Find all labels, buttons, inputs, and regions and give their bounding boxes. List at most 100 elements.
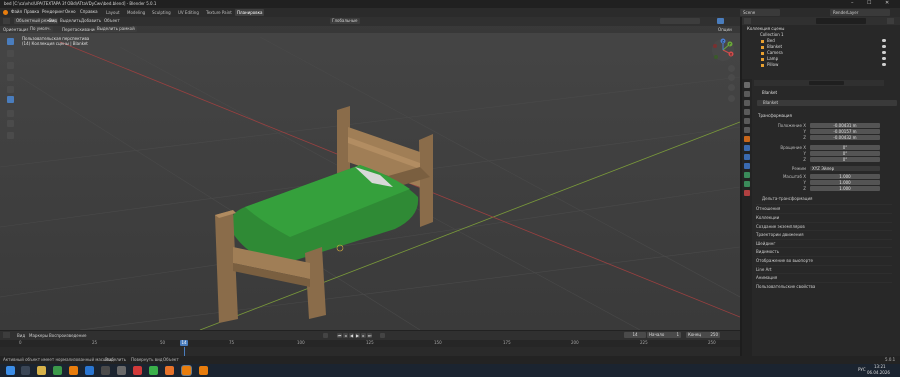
physics-tab-icon[interactable]	[744, 163, 750, 169]
panel-animation[interactable]: Анимация	[756, 273, 892, 282]
end-frame-field[interactable]: Конец 250	[686, 332, 720, 338]
move-tool-icon[interactable]	[7, 62, 14, 69]
panel-relations[interactable]: Отношения	[756, 204, 892, 213]
menu-help[interactable]: Справка	[80, 10, 98, 14]
taskbar-app-icon[interactable]	[117, 366, 126, 375]
keyboard-language[interactable]: РУС	[858, 368, 866, 372]
perspective-toggle-icon[interactable]	[728, 95, 735, 102]
visibility-eye-icon[interactable]	[882, 45, 886, 48]
clock-time[interactable]: 13:21	[874, 365, 886, 369]
modifier-tab-icon[interactable]	[744, 145, 750, 151]
file-explorer-icon[interactable]	[37, 366, 46, 375]
data-tab-icon[interactable]	[744, 181, 750, 187]
taskbar-app-icon[interactable]	[101, 366, 110, 375]
whatsapp-icon[interactable]	[149, 366, 158, 375]
record-button[interactable]	[323, 333, 328, 338]
blender-taskbar-icon[interactable]	[182, 366, 191, 375]
playhead-frame-badge[interactable]: 14	[180, 340, 189, 346]
visibility-eye-icon[interactable]	[882, 57, 886, 60]
panel-motion-paths[interactable]: Траектории движения	[756, 230, 892, 239]
panel-visibility[interactable]: Видимость	[756, 247, 892, 256]
tab-texture-paint[interactable]: Texture Paint	[204, 9, 234, 16]
outliner-editor-type-icon[interactable]	[744, 18, 751, 24]
taskbar-app-icon[interactable]	[69, 366, 78, 375]
timeline-editor-type-icon[interactable]	[3, 332, 10, 338]
jump-end-button[interactable]: ⏭	[367, 333, 372, 338]
transform-orientation[interactable]: Глобальные	[330, 18, 360, 24]
prev-keyframe-button[interactable]: ◂	[343, 333, 348, 338]
start-frame-field[interactable]: Начало 1	[647, 332, 681, 338]
tool-tab-icon[interactable]	[744, 82, 750, 88]
panel-custom-properties[interactable]: Пользовательские свойства	[756, 282, 892, 291]
menu-render[interactable]: Рендеринг	[42, 10, 65, 14]
outliner-search-input[interactable]	[816, 18, 866, 24]
tab-layout[interactable]: Layout	[104, 9, 122, 16]
play-button[interactable]: ▶	[355, 333, 360, 338]
menu-add[interactable]: Добавить	[81, 19, 101, 23]
options-menu[interactable]: Опции	[718, 27, 732, 32]
next-keyframe-button[interactable]: ▸	[361, 333, 366, 338]
location-x-field[interactable]: -0.00431 m	[810, 123, 880, 128]
add-cube-tool-icon[interactable]	[7, 132, 14, 139]
view-layer-tab-icon[interactable]	[744, 109, 750, 115]
visibility-eye-icon[interactable]	[882, 39, 886, 42]
orientation-dropdown[interactable]: По умолч.	[28, 26, 53, 32]
view-layer-selector[interactable]: RenderLayer	[830, 9, 890, 16]
location-z-field[interactable]: -0.00432 m	[810, 135, 880, 140]
menu-view[interactable]: Вид	[49, 19, 57, 23]
close-button[interactable]: ✕	[885, 1, 889, 6]
scale-y-field[interactable]: 1.000	[810, 180, 880, 185]
transform-panel-header[interactable]: Трансформация	[758, 114, 792, 118]
particles-tab-icon[interactable]	[744, 154, 750, 160]
yandex-browser-icon[interactable]	[133, 366, 142, 375]
auto-keying-button[interactable]	[380, 333, 385, 338]
blender-logo-icon[interactable]	[3, 10, 8, 15]
rotation-mode-dropdown[interactable]: XYZ Эйлер	[810, 166, 880, 171]
object-tab-icon[interactable]	[744, 136, 750, 142]
menu-file[interactable]: Файл	[11, 10, 22, 14]
taskbar-app-icon[interactable]	[85, 366, 94, 375]
scene-selector[interactable]: Scene	[740, 9, 780, 16]
outliner-item-pillow[interactable]: Pillow	[767, 62, 778, 68]
delta-transform-subpanel[interactable]: Дельта-трансформация	[762, 197, 812, 201]
filter-icon[interactable]	[887, 18, 894, 24]
blender-taskbar-icon[interactable]	[199, 366, 208, 375]
search-icon[interactable]	[21, 366, 30, 375]
tab-modeling[interactable]: Modeling	[125, 9, 147, 16]
menu-edit[interactable]: Правка	[24, 10, 39, 14]
drag-dropdown[interactable]: Выделить рамкой	[95, 26, 137, 32]
render-tab-icon[interactable]	[744, 91, 750, 97]
taskbar-app-icon[interactable]	[165, 366, 174, 375]
scene-tab-icon[interactable]	[744, 118, 750, 124]
menu-object[interactable]: Объект	[104, 19, 120, 23]
transform-tool-icon[interactable]	[7, 96, 14, 103]
maximize-button[interactable]: ☐	[867, 1, 871, 6]
pan-hand-icon[interactable]	[728, 74, 735, 81]
navigation-gizmo[interactable]: X Y Z	[711, 38, 735, 62]
object-name-field[interactable]: Blanket	[757, 100, 897, 106]
editor-type-icon[interactable]	[3, 18, 10, 24]
viewport-shading-buttons[interactable]	[660, 18, 700, 24]
minimize-button[interactable]: –	[851, 1, 854, 6]
measure-tool-icon[interactable]	[7, 120, 14, 127]
select-tool-icon[interactable]	[7, 38, 14, 45]
rotate-tool-icon[interactable]	[7, 74, 14, 81]
annotate-tool-icon[interactable]	[7, 110, 14, 117]
solid-shading-button[interactable]	[717, 18, 724, 24]
visibility-eye-icon[interactable]	[882, 63, 886, 66]
scale-tool-icon[interactable]	[7, 86, 14, 93]
menu-select[interactable]: Выделить	[60, 19, 81, 23]
rotation-y-field[interactable]: 0°	[810, 151, 880, 156]
scale-x-field[interactable]: 1.000	[810, 174, 880, 179]
panel-collections[interactable]: Коллекции	[756, 213, 892, 222]
props-search-input[interactable]	[809, 81, 844, 85]
constraints-tab-icon[interactable]	[744, 172, 750, 178]
menu-window[interactable]: Окно	[65, 10, 76, 14]
world-tab-icon[interactable]	[744, 127, 750, 133]
3d-viewport[interactable]: Объектный режим Вид Выделить Добавить Об…	[0, 17, 740, 330]
jump-start-button[interactable]: ⏮	[337, 333, 342, 338]
rotation-z-field[interactable]: 0°	[810, 157, 880, 162]
tab-sculpting[interactable]: Sculpting	[150, 9, 173, 16]
visibility-eye-icon[interactable]	[882, 51, 886, 54]
camera-view-icon[interactable]	[728, 84, 735, 91]
